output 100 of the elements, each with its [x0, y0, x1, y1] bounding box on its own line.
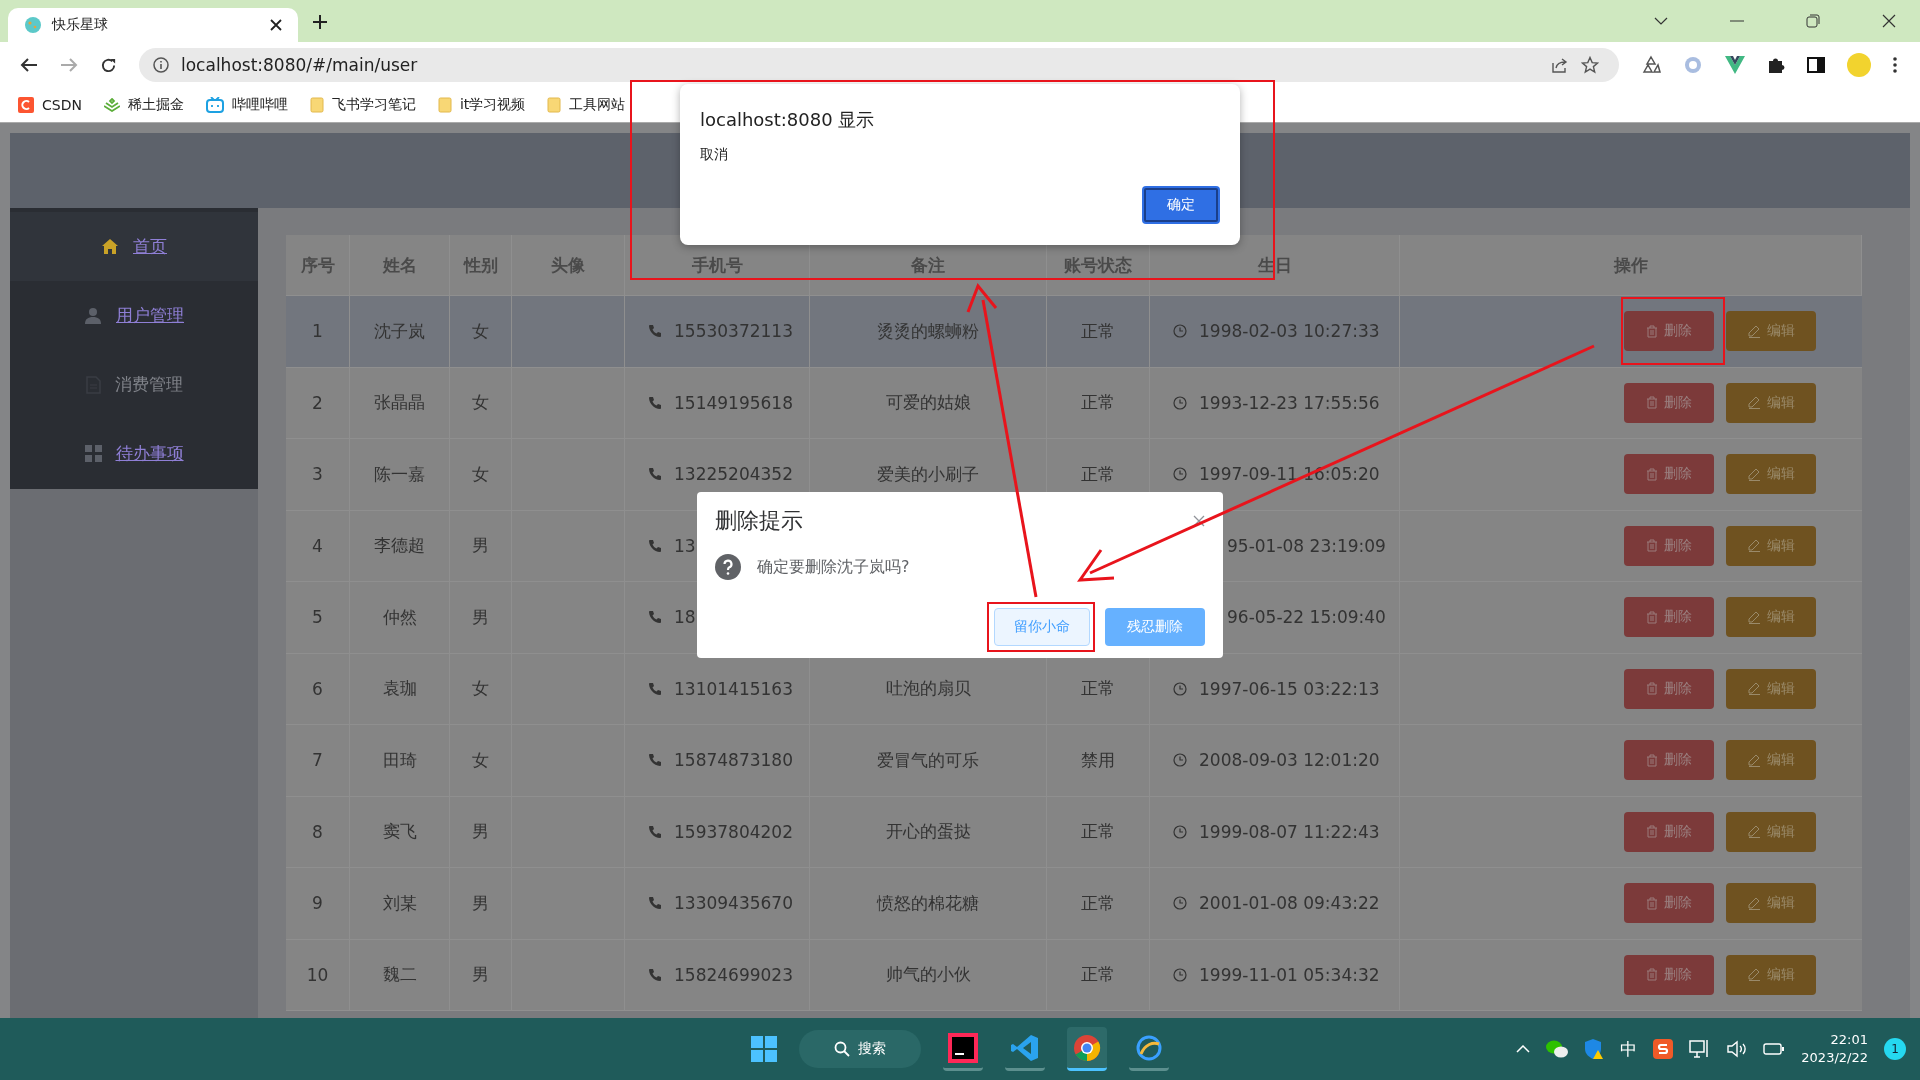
chevron-down-icon[interactable] [1654, 16, 1668, 26]
delete-button[interactable]: 删除 [1624, 883, 1714, 924]
battery-icon[interactable] [1763, 1042, 1786, 1056]
edit-button[interactable]: 编辑 [1726, 954, 1816, 995]
restore-icon[interactable] [1806, 14, 1820, 28]
table-cell: 1999-08-07 11:22:43 [1199, 821, 1380, 842]
windows-start-icon[interactable] [751, 1036, 777, 1062]
bookmark[interactable]: CSDN [18, 97, 82, 113]
sidebar-item[interactable]: 用户管理 [10, 281, 258, 350]
delete-button[interactable]: 删除 [1624, 811, 1714, 852]
bookmark[interactable]: 哔哩哔哩 [205, 96, 288, 114]
cancel-button[interactable]: 留你小命 [994, 608, 1090, 646]
table-cell: 13225204352 [674, 464, 793, 485]
pencil-icon [1747, 467, 1761, 481]
table-row[interactable]: 9 刘某 男 13309435670 愤怒的棉花糖 正常 2001-01-08 09:43:22 删除 编辑 [286, 868, 1862, 940]
ok-button[interactable]: 确定 [1142, 186, 1220, 224]
v-logo-icon[interactable] [1725, 56, 1745, 74]
table-cell: 1999-11-01 05:34:32 [1199, 964, 1380, 985]
shield-warning-icon[interactable] [1584, 1038, 1605, 1060]
table-cell: 田琦 [382, 748, 417, 772]
browser-tab[interactable]: 快乐星球 [8, 8, 298, 42]
phone-icon [648, 753, 662, 768]
table-cell: 禁用 [1081, 748, 1115, 772]
chat-bubbles-icon[interactable] [1546, 1040, 1569, 1058]
delete-button[interactable]: 删除 [1624, 597, 1714, 638]
table-cell: 男 [472, 963, 489, 987]
close-icon[interactable] [270, 19, 282, 31]
table-cell: 可爱的姑娘 [885, 391, 971, 415]
table-cell: 男 [472, 820, 489, 844]
edit-button[interactable]: 编辑 [1726, 454, 1816, 495]
delete-button[interactable]: 删除 [1624, 454, 1714, 495]
table-cell: 2008-09-03 12:01:20 [1199, 750, 1380, 771]
column-header: 序号 [286, 235, 350, 295]
delete-button[interactable]: 删除 [1624, 525, 1714, 566]
table-row[interactable]: 1 沈子岚 女 15530372113 烫烫的螺蛳粉 正常 1998-02-03 10:27:33 删除 编辑 [286, 296, 1862, 368]
bookmark[interactable]: it学习视频 [437, 96, 526, 114]
edit-button[interactable]: 编辑 [1726, 597, 1816, 638]
s-logo-icon[interactable] [1653, 1039, 1674, 1059]
url-text: localhost:8080/#/main/user [181, 55, 418, 75]
bookmark[interactable]: 工具网站 [547, 96, 626, 114]
table-row[interactable]: 8 窦飞 男 15937804202 开心的蛋挞 正常 1999-08-07 11:22:43 删除 编辑 [286, 796, 1862, 868]
input-method-indicator[interactable]: 中 [1620, 1037, 1638, 1061]
trash-icon [1646, 968, 1658, 982]
chevron-up-icon[interactable] [1516, 1045, 1531, 1053]
taskbar-search[interactable]: 搜索 [799, 1030, 921, 1068]
star-icon[interactable] [1581, 56, 1599, 74]
delete-button[interactable]: 删除 [1624, 954, 1714, 995]
notification-badge[interactable]: 1 [1884, 1038, 1906, 1060]
back-icon[interactable] [20, 57, 38, 73]
trash-icon [1646, 825, 1658, 839]
confirm-button[interactable]: 残忍删除 [1105, 608, 1205, 646]
clock-date[interactable]: 2023/2/22 [1801, 1049, 1868, 1067]
table-cell: 李德超 [374, 534, 425, 558]
table-cell: 陈一嘉 [374, 462, 425, 486]
bookmark[interactable]: 飞书学习笔记 [309, 96, 416, 114]
table-cell: 男 [472, 534, 489, 558]
table-row[interactable]: 10 魏二 男 15824699023 帅气的小伙 正常 1999-11-01 05:34:32 删除 编辑 [286, 939, 1862, 1011]
delete-button[interactable]: 删除 [1624, 668, 1714, 709]
table-row[interactable]: 7 田琦 女 15874873180 爱冒气的可乐 禁用 2008-09-03 12:01:20 删除 编辑 [286, 725, 1862, 797]
delete-button[interactable]: 删除 [1624, 740, 1714, 781]
table-cell: 8 [312, 821, 323, 842]
edit-button[interactable]: 编辑 [1726, 382, 1816, 423]
table-cell: 4 [312, 535, 323, 556]
table-cell: 15937804202 [674, 821, 793, 842]
reload-icon[interactable] [100, 56, 117, 74]
table-cell: 仲然 [382, 605, 417, 629]
table-cell: 女 [472, 319, 489, 343]
phone-icon [648, 324, 662, 339]
phone-icon [648, 610, 662, 625]
menu-icon[interactable] [1893, 57, 1897, 73]
edit-button[interactable]: 编辑 [1726, 668, 1816, 709]
speaker-icon[interactable] [1727, 1040, 1748, 1058]
close-icon[interactable] [1882, 14, 1896, 28]
dialog-message: 取消 [700, 146, 728, 164]
table-cell: 18 [674, 607, 696, 628]
trash-icon [1646, 396, 1658, 410]
edit-button[interactable]: 编辑 [1726, 525, 1816, 566]
delete-button[interactable]: 删除 [1624, 311, 1714, 352]
sidebar-item[interactable]: 首页 [10, 212, 258, 281]
share-icon[interactable] [1551, 57, 1569, 73]
taskbar-app[interactable] [1067, 1027, 1107, 1071]
pencil-icon [1747, 753, 1761, 767]
edit-button[interactable]: 编辑 [1726, 883, 1816, 924]
table-cell: 15824699023 [674, 964, 793, 985]
clock-time[interactable]: 22:01 [1830, 1031, 1868, 1049]
address-bar[interactable]: localhost:8080/#/main/user [139, 48, 1619, 82]
side-panel-icon[interactable] [1807, 57, 1825, 73]
puzzle-icon[interactable] [1767, 56, 1785, 74]
edit-button[interactable]: 编辑 [1726, 311, 1816, 352]
plus-icon[interactable] [312, 14, 328, 30]
table-row[interactable]: 2 张晶晶 女 15149195618 可爱的姑娘 正常 1993-12-23 17:55:56 删除 编辑 [286, 367, 1862, 439]
delete-button[interactable]: 删除 [1624, 382, 1714, 423]
edit-button[interactable]: 编辑 [1726, 740, 1816, 781]
edit-button[interactable]: 编辑 [1726, 811, 1816, 852]
sidebar-item[interactable]: 待办事项 [10, 419, 258, 488]
phone-icon [648, 681, 662, 696]
bookmark[interactable]: 稀土掘金 [103, 96, 184, 114]
clock-icon [1173, 753, 1187, 768]
trash-icon [1646, 610, 1658, 624]
phone-icon [648, 967, 662, 982]
